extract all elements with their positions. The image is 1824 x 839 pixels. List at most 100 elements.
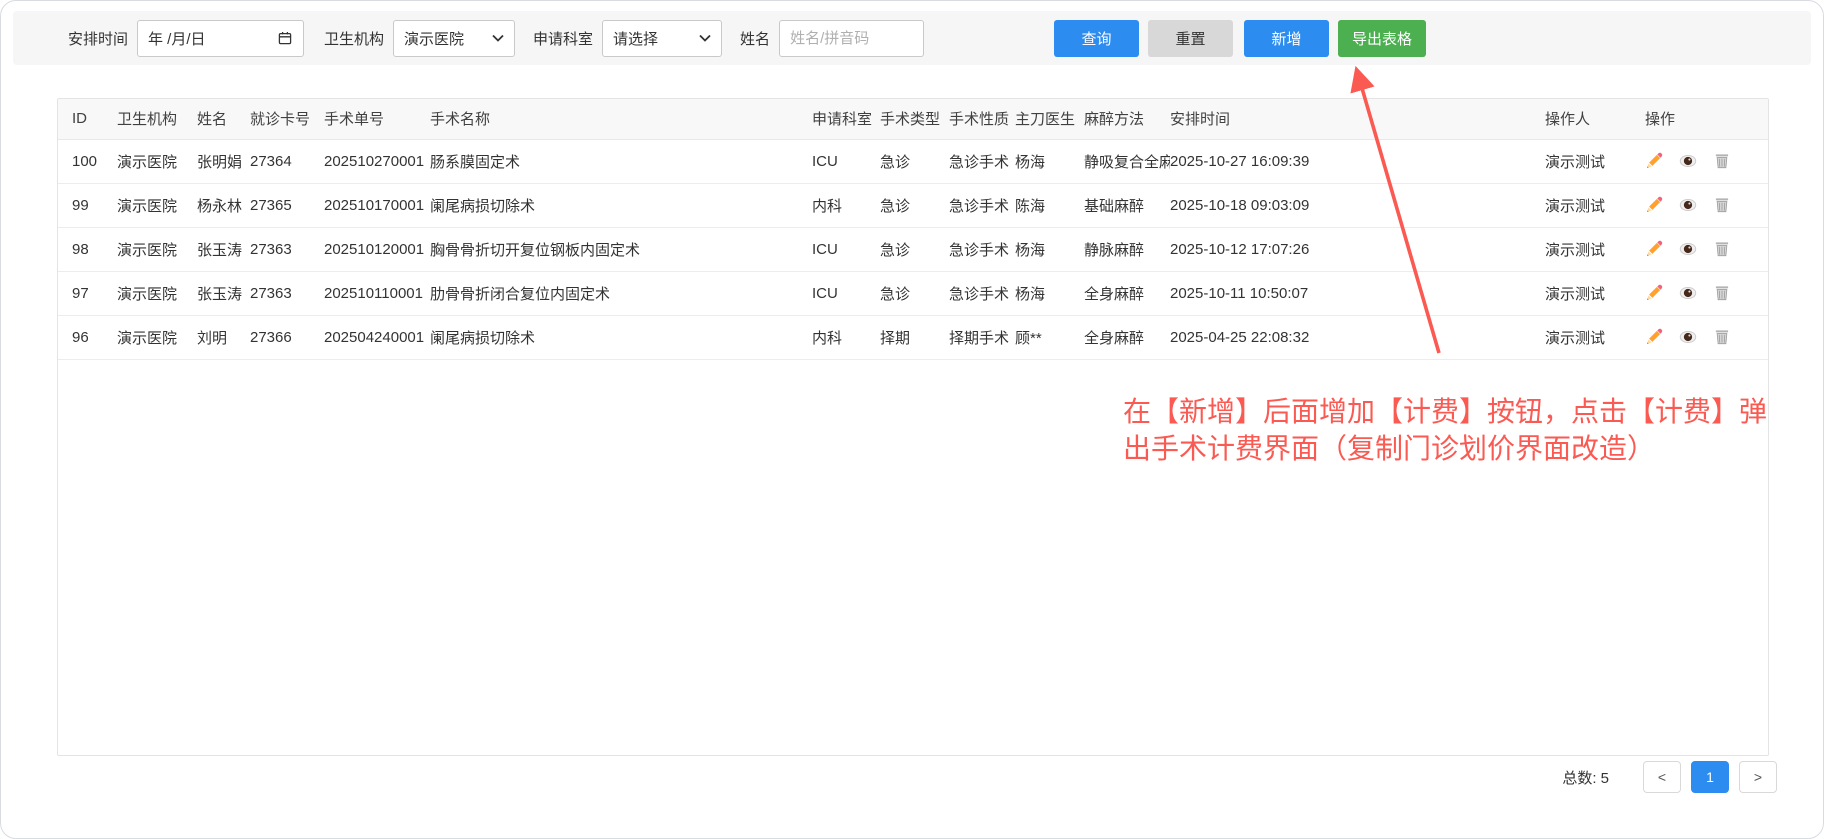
- cell-org: 演示医院: [117, 271, 197, 315]
- date-label: 安排时间: [68, 28, 128, 49]
- col-surgery-name: 手术名称: [430, 99, 812, 139]
- cell-type: 择期: [880, 315, 949, 359]
- reset-button[interactable]: 重置: [1148, 20, 1233, 57]
- cell-dept: ICU: [812, 139, 880, 183]
- delete-trash-icon[interactable]: [1713, 196, 1731, 214]
- cell-operator: 演示测试: [1545, 227, 1645, 271]
- col-org: 卫生机构: [117, 99, 197, 139]
- col-name: 姓名: [197, 99, 250, 139]
- cell-card-no: 27363: [250, 271, 324, 315]
- cell-dept: 内科: [812, 183, 880, 227]
- cell-card-no: 27363: [250, 227, 324, 271]
- col-order-no: 手术单号: [324, 99, 430, 139]
- edit-pencil-icon[interactable]: [1645, 240, 1663, 258]
- cell-surgery-name: 肠系膜固定术: [430, 139, 812, 183]
- cell-name: 张玉涛: [197, 227, 250, 271]
- col-dept: 申请科室: [812, 99, 880, 139]
- cell-nature: 急诊手术: [949, 227, 1015, 271]
- cell-schedule-time: 2025-10-27 16:09:39: [1170, 139, 1545, 183]
- view-eye-icon[interactable]: [1679, 152, 1697, 170]
- view-eye-icon[interactable]: [1679, 240, 1697, 258]
- cell-surgeon: 顾**: [1015, 315, 1084, 359]
- dept-select[interactable]: 请选择: [602, 20, 722, 57]
- table-row: 98 演示医院 张玉涛 27363 202510120001 胸骨骨折切开复位钢…: [58, 227, 1768, 271]
- surgery-table: ID 卫生机构 姓名 就诊卡号 手术单号 手术名称 申请科室 手术类型 手术性质…: [58, 99, 1768, 360]
- cell-schedule-time: 2025-10-12 17:07:26: [1170, 227, 1545, 271]
- org-select-value: 演示医院: [404, 28, 464, 49]
- cell-surgery-name: 阑尾病损切除术: [430, 315, 812, 359]
- app-window: 安排时间 年 /月/日 卫生机构 演示医院 申请科室 请选择: [0, 0, 1824, 839]
- name-label: 姓名: [740, 28, 770, 49]
- calendar-icon[interactable]: [277, 30, 293, 46]
- cell-id: 96: [58, 315, 117, 359]
- cell-schedule-time: 2025-04-25 22:08:32: [1170, 315, 1545, 359]
- cell-surgery-name: 肋骨骨折闭合复位内固定术: [430, 271, 812, 315]
- cell-surgeon: 杨海: [1015, 227, 1084, 271]
- org-select[interactable]: 演示医院: [393, 20, 515, 57]
- table-row: 99 演示医院 杨永林 27365 202510170001 阑尾病损切除术 内…: [58, 183, 1768, 227]
- view-eye-icon[interactable]: [1679, 196, 1697, 214]
- cell-operator: 演示测试: [1545, 315, 1645, 359]
- cell-anesthesia: 静脉麻醉: [1084, 227, 1170, 271]
- edit-pencil-icon[interactable]: [1645, 152, 1663, 170]
- chevron-down-icon: [699, 34, 711, 42]
- edit-pencil-icon[interactable]: [1645, 196, 1663, 214]
- edit-pencil-icon[interactable]: [1645, 328, 1663, 346]
- delete-trash-icon[interactable]: [1713, 284, 1731, 302]
- total-count: 总数: 5: [1562, 767, 1609, 788]
- total-value: 5: [1601, 770, 1609, 787]
- cell-schedule-time: 2025-10-11 10:50:07: [1170, 271, 1545, 315]
- annotation-line-2: 出手术计费界面（复制门诊划价界面改造）: [1123, 430, 1767, 467]
- cell-surgeon: 陈海: [1015, 183, 1084, 227]
- col-id: ID: [58, 99, 117, 139]
- cell-name: 杨永林: [197, 183, 250, 227]
- cell-anesthesia: 全身麻醉: [1084, 315, 1170, 359]
- org-label: 卫生机构: [324, 28, 384, 49]
- cell-card-no: 27365: [250, 183, 324, 227]
- table-row: 97 演示医院 张玉涛 27363 202510110001 肋骨骨折闭合复位内…: [58, 271, 1768, 315]
- dept-label: 申请科室: [533, 28, 593, 49]
- cell-card-no: 27366: [250, 315, 324, 359]
- add-button[interactable]: 新增: [1244, 20, 1329, 57]
- prev-page-button[interactable]: <: [1643, 761, 1681, 793]
- col-card-no: 就诊卡号: [250, 99, 324, 139]
- view-eye-icon[interactable]: [1679, 328, 1697, 346]
- date-input[interactable]: 年 /月/日: [137, 20, 304, 57]
- col-type: 手术类型: [880, 99, 949, 139]
- cell-nature: 急诊手术: [949, 139, 1015, 183]
- cell-dept: ICU: [812, 271, 880, 315]
- dept-select-value: 请选择: [613, 28, 658, 49]
- cell-name: 刘明: [197, 315, 250, 359]
- view-eye-icon[interactable]: [1679, 284, 1697, 302]
- name-input[interactable]: [779, 20, 924, 57]
- date-value: 年 /月/日: [148, 28, 206, 49]
- col-surgeon: 主刀医生: [1015, 99, 1084, 139]
- cell-org: 演示医院: [117, 183, 197, 227]
- cell-operator: 演示测试: [1545, 139, 1645, 183]
- cell-id: 97: [58, 271, 117, 315]
- cell-dept: ICU: [812, 227, 880, 271]
- edit-pencil-icon[interactable]: [1645, 284, 1663, 302]
- cell-org: 演示医院: [117, 315, 197, 359]
- cell-schedule-time: 2025-10-18 09:03:09: [1170, 183, 1545, 227]
- query-button[interactable]: 查询: [1054, 20, 1139, 57]
- delete-trash-icon[interactable]: [1713, 328, 1731, 346]
- cell-surgery-name: 阑尾病损切除术: [430, 183, 812, 227]
- row-actions: [1645, 140, 1764, 183]
- next-page-button[interactable]: >: [1739, 761, 1777, 793]
- col-nature: 手术性质: [949, 99, 1015, 139]
- filter-toolbar: 安排时间 年 /月/日 卫生机构 演示医院 申请科室 请选择: [13, 11, 1811, 65]
- cell-surgeon: 杨海: [1015, 139, 1084, 183]
- col-schedule-time: 安排时间: [1170, 99, 1545, 139]
- export-button[interactable]: 导出表格: [1338, 20, 1426, 57]
- cell-id: 100: [58, 139, 117, 183]
- row-actions: [1645, 184, 1764, 227]
- cell-operator: 演示测试: [1545, 271, 1645, 315]
- page-1-button[interactable]: 1: [1691, 761, 1729, 793]
- delete-trash-icon[interactable]: [1713, 240, 1731, 258]
- cell-nature: 急诊手术: [949, 271, 1015, 315]
- cell-org: 演示医院: [117, 139, 197, 183]
- cell-surgeon: 杨海: [1015, 271, 1084, 315]
- pagination: 总数: 5 < 1 >: [1562, 761, 1777, 793]
- delete-trash-icon[interactable]: [1713, 152, 1731, 170]
